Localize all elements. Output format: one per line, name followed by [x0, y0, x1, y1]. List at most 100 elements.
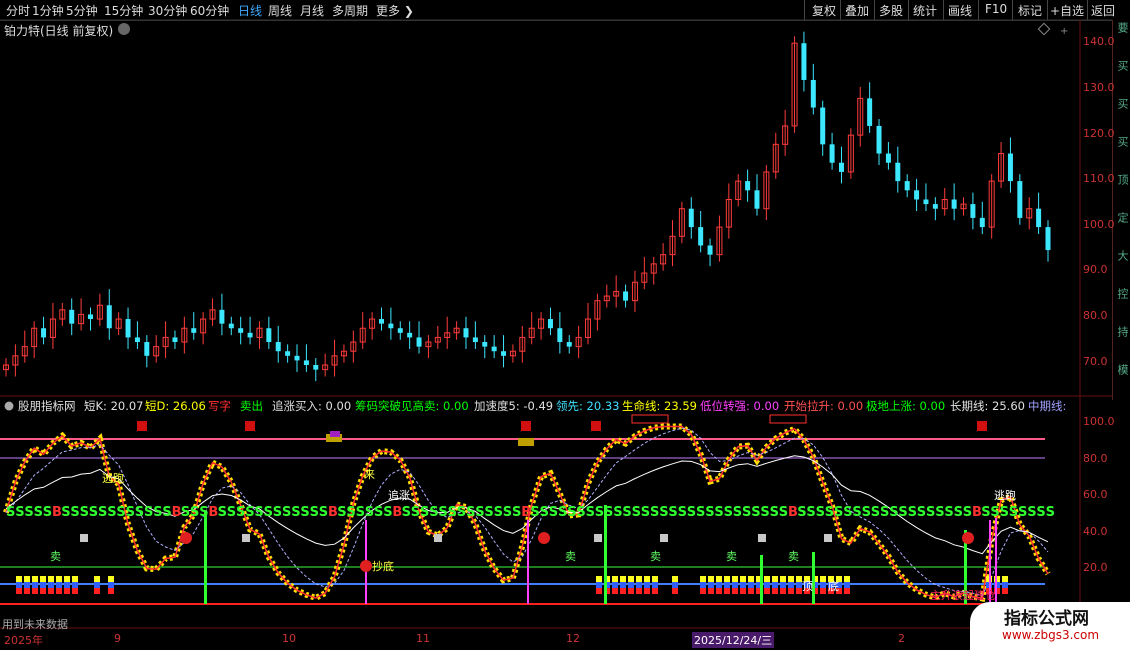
sell-marker: S — [540, 505, 549, 520]
sell-marker: S — [319, 505, 328, 520]
volume-bar-blue — [1002, 582, 1008, 588]
brand-name: 指标公式网 — [1004, 609, 1089, 629]
sell-marker: S — [770, 505, 779, 520]
volume-bar-red — [644, 588, 650, 594]
sell-marker: S — [641, 505, 650, 520]
collapse-icon[interactable]: ● — [4, 398, 14, 412]
volume-bar-yellow — [820, 576, 826, 582]
volume-bar-red — [772, 588, 778, 594]
candle-body-down — [144, 342, 150, 356]
candle-body-down — [904, 181, 910, 191]
sell-marker: S — [825, 505, 834, 520]
volume-bar-yellow — [700, 576, 706, 582]
right-strip-label: 持 — [1116, 326, 1129, 337]
ind-tick: 60.0 — [1083, 488, 1108, 501]
volume-bar-yellow — [740, 576, 746, 582]
candle-body-down — [829, 144, 835, 163]
sell-marker: S — [236, 505, 245, 520]
volume-bar-red — [628, 588, 634, 594]
volume-bar-blue — [652, 582, 658, 588]
candle-body-down — [388, 323, 394, 329]
volume-bar-yellow — [48, 576, 54, 582]
sell-marker: S — [346, 505, 355, 520]
volume-bar-blue — [708, 582, 714, 588]
candle-body-down — [914, 190, 920, 200]
sell-marker: S — [144, 505, 153, 520]
sell-marker: S — [954, 505, 963, 520]
price-tick: 70.0 — [1083, 355, 1108, 368]
sell-marker: S — [926, 505, 935, 520]
volume-bar-yellow — [772, 576, 778, 582]
volume-bar-red — [48, 588, 54, 594]
indicator-header: ● 股朋指标网 短K: 20.07 短D: 26.06 写字 卖出 追涨买入: … — [0, 398, 1112, 414]
signal-bar-green — [760, 555, 763, 604]
volume-bar-blue — [788, 582, 794, 588]
sell-marker: S — [457, 505, 466, 520]
annotation-label: 逃跑 — [102, 472, 124, 485]
annotation-label: 顶 — [802, 580, 813, 593]
sell-marker: S — [43, 505, 52, 520]
volume-bar-red — [820, 588, 826, 594]
sell-marker: S — [254, 505, 263, 520]
sell-marker: S — [512, 505, 521, 520]
candle-body-down — [303, 360, 309, 366]
sell-marker: S — [586, 505, 595, 520]
volume-bar-yellow — [732, 576, 738, 582]
volume-bar-blue — [72, 582, 78, 588]
red-circle-marker — [962, 532, 974, 544]
right-side-strip — [1112, 20, 1130, 400]
sell-marker: S — [549, 505, 558, 520]
candle-body-down — [1017, 181, 1023, 218]
sell-marker: S — [1000, 505, 1009, 520]
volume-bar-yellow — [764, 576, 770, 582]
candle-body-down — [566, 342, 572, 347]
grey-square-marker — [434, 534, 442, 542]
sell-marker: S — [990, 505, 999, 520]
candle-body-down — [754, 190, 760, 209]
ind-tick: 20.0 — [1083, 561, 1108, 574]
sell-marker: S — [227, 505, 236, 520]
sell-marker: S — [61, 505, 70, 520]
sell-label: 卖 — [650, 550, 661, 563]
grey-square-marker — [824, 534, 832, 542]
candle-body-down — [707, 245, 713, 255]
sell-marker: S — [34, 505, 43, 520]
volume-bar-yellow — [1002, 576, 1008, 582]
volume-bar-blue — [764, 582, 770, 588]
sell-marker: S — [806, 505, 815, 520]
ind-item-longline: 长期线: 25.60 — [950, 399, 1025, 413]
candle-body-down — [1045, 227, 1051, 251]
sell-marker: S — [613, 505, 622, 520]
indicator-name[interactable]: 股朋指标网 — [18, 398, 76, 414]
sell-marker: S — [135, 505, 144, 520]
candle-body-down — [463, 328, 469, 338]
sell-marker: S — [107, 505, 116, 520]
volume-bar-blue — [732, 582, 738, 588]
candle-body-down — [191, 328, 197, 333]
volume-bar-blue — [628, 582, 634, 588]
right-strip-label: 控 — [1116, 288, 1129, 299]
sell-marker: S — [935, 505, 944, 520]
price-tick: 90.0 — [1083, 263, 1108, 276]
volume-bar-yellow — [40, 576, 46, 582]
ind-tick: 80.0 — [1083, 452, 1108, 465]
candle-body-down — [69, 309, 75, 324]
candle-body-down — [951, 199, 957, 209]
sell-marker: S — [475, 505, 484, 520]
candle-body-down — [106, 305, 112, 329]
candle-body-down — [285, 351, 291, 356]
candle-body-down — [623, 291, 629, 301]
volume-bar-blue — [672, 582, 678, 588]
candle-body-down — [885, 153, 891, 163]
sell-marker: S — [494, 505, 503, 520]
sell-marker: S — [908, 505, 917, 520]
signal-bar-green — [204, 512, 207, 604]
candle-body-down — [294, 355, 300, 361]
sell-marker: S — [70, 505, 79, 520]
right-strip-label: 买 — [1116, 136, 1129, 147]
volume-bar-yellow — [16, 576, 22, 582]
ind-item-lead: 领先: 20.33 — [556, 399, 620, 413]
candle-body-down — [41, 328, 47, 338]
candle-body-down — [416, 337, 422, 347]
candle-body-down — [407, 332, 413, 338]
